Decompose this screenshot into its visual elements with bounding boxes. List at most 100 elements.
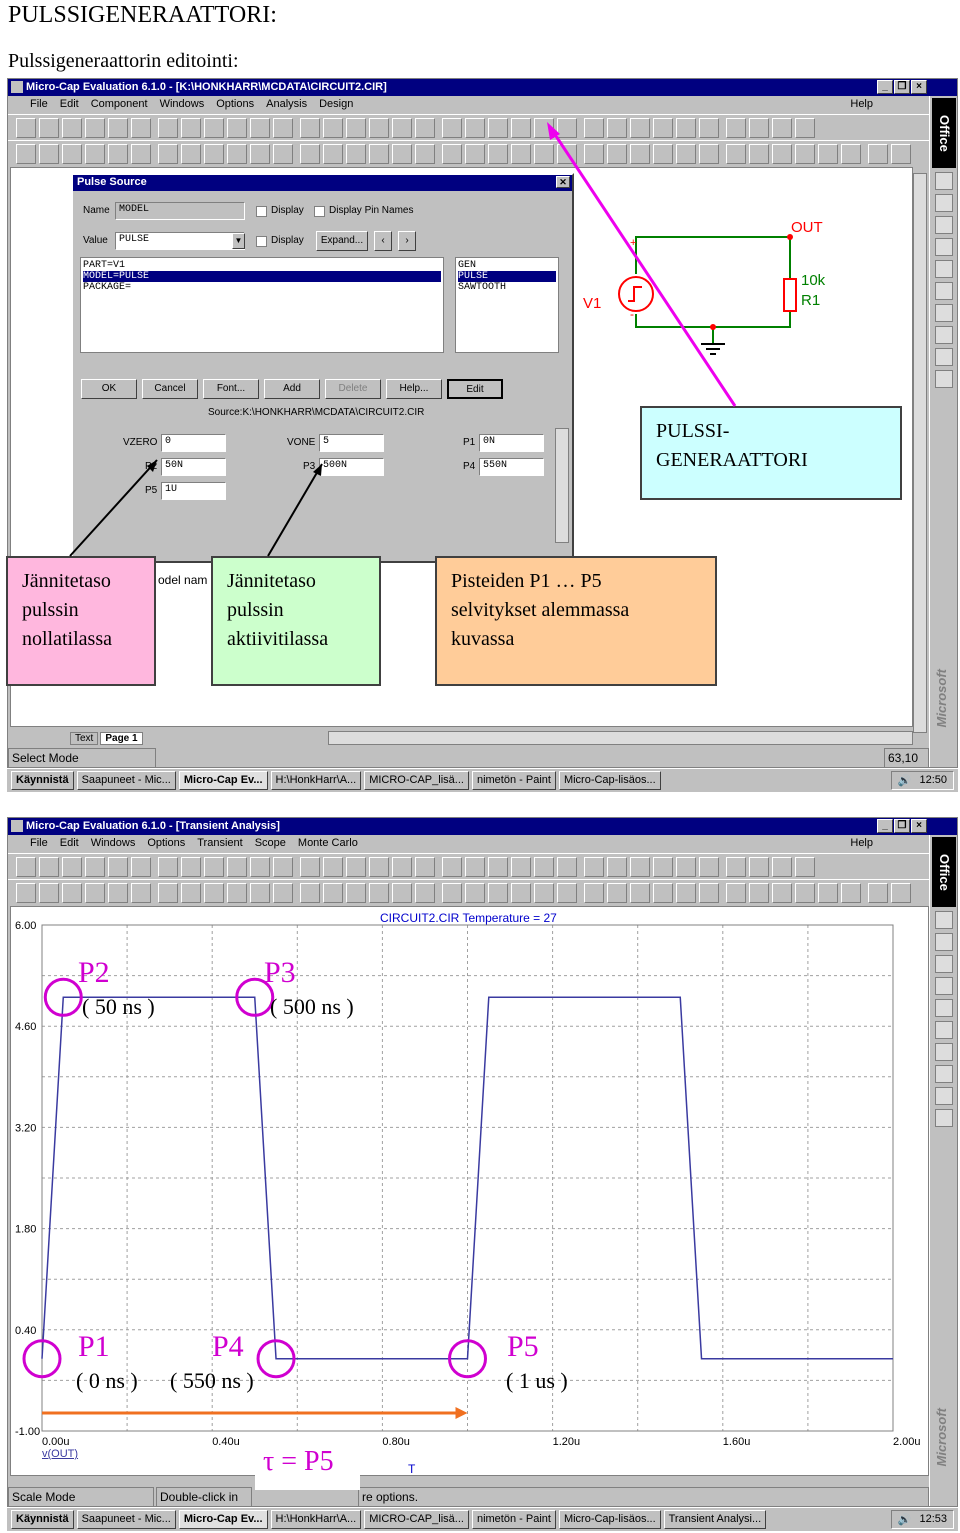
start-button[interactable]: Käynnistä: [11, 1510, 74, 1529]
toolbar-button[interactable]: [250, 857, 270, 877]
toolbar-button[interactable]: [415, 857, 435, 877]
taskbar-2: Käynnistä Saapuneet - Mic... Micro-Cap E…: [7, 1507, 958, 1531]
toolbar-button[interactable]: [85, 857, 105, 877]
toolbar-button[interactable]: [557, 857, 577, 877]
toolbar-button[interactable]: [62, 857, 82, 877]
task-button[interactable]: Saapuneet - Mic...: [76, 1510, 176, 1529]
office-icon[interactable]: [935, 911, 953, 929]
menu-transient[interactable]: Transient: [197, 837, 242, 853]
toolbar-button[interactable]: [465, 857, 485, 877]
task-button[interactable]: MICRO-CAP_lisä...: [364, 771, 469, 790]
toolbar-button[interactable]: [108, 857, 128, 877]
office-icon[interactable]: [935, 1065, 953, 1083]
toolbar-button[interactable]: [16, 857, 36, 877]
speaker-icon[interactable]: 🔊: [898, 1513, 912, 1526]
taskbar-1: Käynnistä Saapuneet - Mic... Micro-Cap E…: [7, 768, 958, 792]
task-button[interactable]: Micro-Cap-lisäos...: [558, 1510, 661, 1529]
office-icon[interactable]: [935, 955, 953, 973]
toolbar-button[interactable]: [699, 857, 719, 877]
y-tick-label: 4.60: [15, 1021, 36, 1033]
menu-file[interactable]: File: [30, 837, 48, 853]
close-button[interactable]: ×: [911, 819, 927, 833]
task-button[interactable]: Micro-Cap-lisäos...: [558, 771, 661, 790]
toolbar-button[interactable]: [442, 857, 462, 877]
point-p3-label: P3: [264, 956, 296, 989]
menu-monte-carlo[interactable]: Monte Carlo: [298, 837, 358, 853]
y-tick-label: 0.40: [15, 1325, 36, 1337]
transient-chart: 6.00 4.60 3.20 1.80 0.40 -1.000.00u 0.40u 0.80u…: [15, 920, 921, 1448]
toolbar-button[interactable]: [726, 857, 746, 877]
toolbar-button[interactable]: [607, 857, 627, 877]
point-p2-label: P2: [78, 956, 110, 989]
trace-label: v(OUT): [42, 1448, 79, 1460]
menu-options[interactable]: Options: [147, 837, 185, 853]
task-button-active[interactable]: Micro-Cap Ev...: [178, 771, 268, 790]
toolbar-1: [8, 853, 957, 879]
toolbar-button[interactable]: [158, 857, 178, 877]
system-tray: 🔊 12:53: [890, 1510, 954, 1529]
toolbar-button[interactable]: [131, 857, 151, 877]
x-tick-label: 0.80u: [382, 1436, 410, 1448]
arrow-to-toolbar: [548, 126, 737, 407]
toolbar-button[interactable]: [392, 857, 412, 877]
toolbar-button[interactable]: [181, 857, 201, 877]
point-p2-value: ( 50 ns ): [82, 994, 155, 1019]
office-icon[interactable]: [935, 933, 953, 951]
system-tray: 🔊 12:50: [890, 771, 954, 790]
toolbar-button[interactable]: [511, 857, 531, 877]
x-tick-label: 0.00u: [42, 1436, 70, 1448]
point-p4-value: ( 550 ns ): [170, 1368, 254, 1393]
toolbar-button[interactable]: [39, 857, 59, 877]
toolbar-button[interactable]: [227, 857, 247, 877]
toolbar-button[interactable]: [584, 857, 604, 877]
y-tick-label: 3.20: [15, 1122, 36, 1134]
toolbar-button[interactable]: [273, 857, 293, 877]
office-icon[interactable]: [935, 1109, 953, 1127]
task-button-active[interactable]: Micro-Cap Ev...: [178, 1510, 268, 1529]
toolbar-button[interactable]: [369, 857, 389, 877]
toolbar-button[interactable]: [323, 857, 343, 877]
task-button[interactable]: MICRO-CAP_lisä...: [364, 1510, 469, 1529]
office-icon[interactable]: [935, 977, 953, 995]
office-toolbar: Office Microsoft: [929, 835, 957, 1506]
window-title: Micro-Cap Evaluation 6.1.0 - [Transient …: [26, 820, 280, 832]
toolbar-button[interactable]: [653, 857, 673, 877]
toolbar-button[interactable]: [676, 857, 696, 877]
office-icon[interactable]: [935, 1021, 953, 1039]
office-icon[interactable]: [935, 1043, 953, 1061]
minimize-button[interactable]: _: [877, 819, 893, 833]
point-p5-label: P5: [507, 1330, 539, 1363]
toolbar-button[interactable]: [630, 857, 650, 877]
start-button[interactable]: Käynnistä: [11, 771, 74, 790]
toolbar-button[interactable]: [795, 857, 815, 877]
status-mode: Scale Mode: [8, 1487, 154, 1506]
toolbar-button[interactable]: [346, 857, 366, 877]
office-icon[interactable]: [935, 1087, 953, 1105]
x-tick-label: 1.20u: [553, 1436, 581, 1448]
toolbar-button[interactable]: [772, 857, 792, 877]
arrow-to-vzero: [69, 459, 158, 557]
toolbar-button[interactable]: [749, 857, 769, 877]
menu-help[interactable]: Help: [850, 837, 873, 849]
task-button[interactable]: H:\HonkHarr\A...: [270, 771, 362, 790]
toolbar-button[interactable]: [534, 857, 554, 877]
menu-scope[interactable]: Scope: [255, 837, 286, 853]
menu-edit[interactable]: Edit: [60, 837, 79, 853]
speaker-icon[interactable]: 🔊: [898, 774, 912, 787]
microsoft-logo: Microsoft: [934, 1407, 949, 1467]
x-tick-label: 0.40u: [212, 1436, 240, 1448]
arrow-to-vone: [267, 463, 323, 557]
restore-button[interactable]: ❐: [894, 819, 910, 833]
task-button[interactable]: H:\HonkHarr\A...: [270, 1510, 362, 1529]
tau-label: τ = P5: [255, 1446, 360, 1490]
menu-windows[interactable]: Windows: [91, 837, 136, 853]
task-button[interactable]: nimetön - Paint: [471, 771, 556, 790]
toolbar-button[interactable]: [488, 857, 508, 877]
task-button[interactable]: Transient Analysi...: [663, 1510, 767, 1529]
task-button[interactable]: Saapuneet - Mic...: [76, 771, 176, 790]
task-button[interactable]: nimetön - Paint: [471, 1510, 556, 1529]
office-icon[interactable]: [935, 999, 953, 1017]
y-tick-label: 6.00: [15, 920, 36, 932]
toolbar-button[interactable]: [300, 857, 320, 877]
toolbar-button[interactable]: [204, 857, 224, 877]
